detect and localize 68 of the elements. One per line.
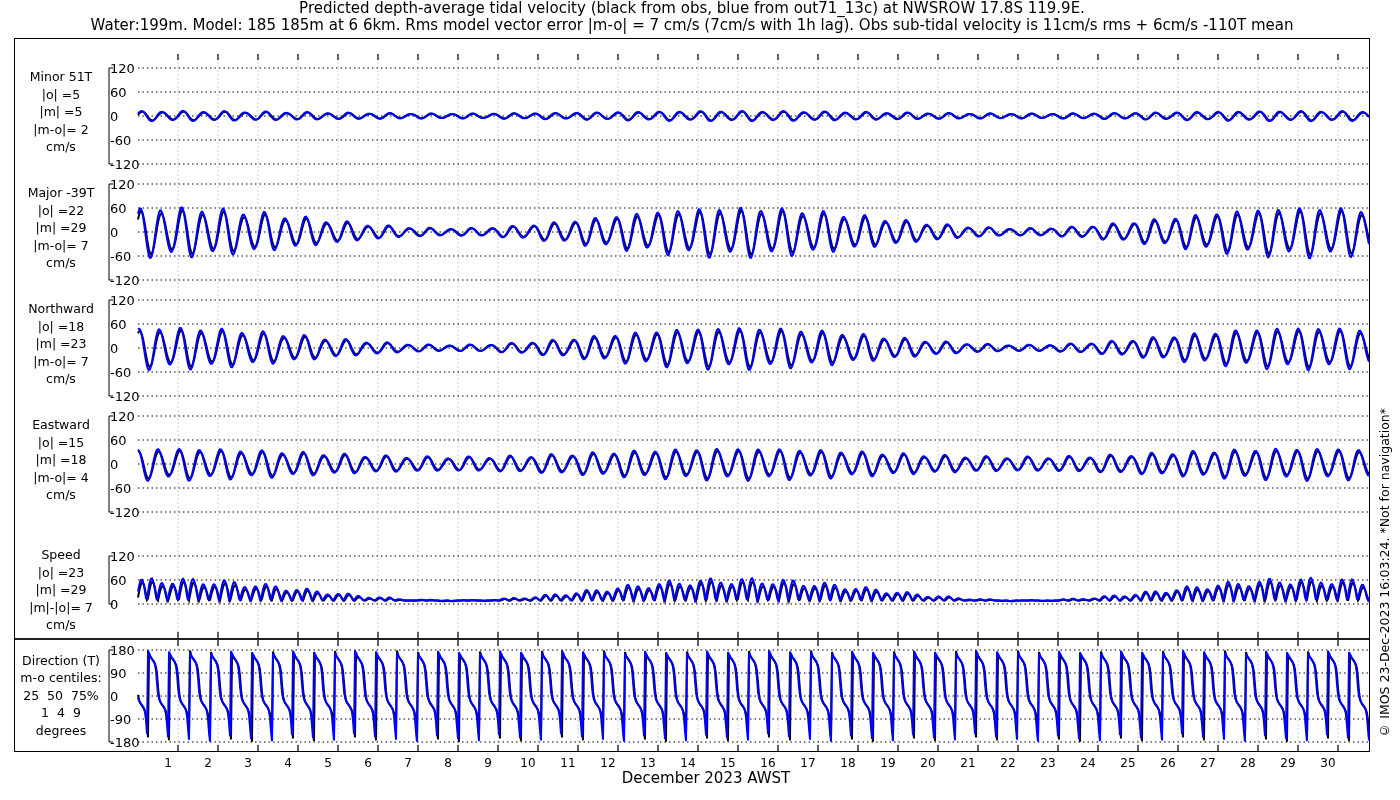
copyright-note: © IMOS 23-Dec-2023 16:03:24. *Not for navigation*	[1376, 408, 1392, 738]
tick-label: 29	[1280, 756, 1296, 770]
tick-label: 60	[110, 433, 127, 448]
tick-label: 0	[110, 225, 119, 240]
tick-label: 0	[110, 109, 119, 124]
tick-label: 120	[110, 549, 135, 564]
tick-label: -60	[110, 365, 132, 380]
tick-label: 21	[960, 756, 976, 770]
tick-label: 28	[1240, 756, 1256, 770]
tick-label: 24	[1080, 756, 1096, 770]
axis-title: December 2023 AWST	[620, 770, 792, 787]
chart-title: Predicted depth-average tidal velocity (black from obs, blue from out71_13c) at NWSROW 17.8S 119.9E.	[299, 0, 1085, 17]
tick-label: 60	[110, 201, 127, 216]
tick-label: 60	[110, 85, 127, 100]
tick-label: 22	[1000, 756, 1016, 770]
tick-label: 0	[110, 597, 119, 612]
tick-label: 18	[840, 756, 856, 770]
tick-label: 120	[110, 61, 135, 76]
tick-label: -60	[110, 249, 132, 264]
panel-label: Minor 51T |o| =5 |m| =5 |m-o|= 2 cm/s	[29, 68, 93, 156]
panel-label: Eastward |o| =15 |m| =18 |m-o|= 4 cm/s	[32, 416, 90, 504]
tick-label: -120	[110, 389, 140, 402]
tick-label: 6	[364, 756, 372, 770]
tick-label: 20	[920, 756, 936, 770]
tick-label: 60	[110, 573, 127, 588]
panel-label: Speed |o| =23 |m| =29 |m|-|o|= 7 cm/s	[29, 546, 93, 634]
tick-label: 17	[800, 756, 816, 770]
tick-label: 9	[484, 756, 492, 770]
tick-label: 5	[324, 756, 332, 770]
panel-label: Major -39T |o| =22 |m| =29 |m-o|= 7 cm/s	[27, 184, 95, 272]
tick-label: 15	[720, 756, 736, 770]
tick-label: 0	[110, 457, 119, 472]
tick-label: 25	[1120, 756, 1136, 770]
tick-label: 0	[110, 689, 119, 704]
tick-label: -60	[110, 133, 132, 148]
tick-label: -180	[110, 735, 140, 750]
tick-label: -60	[110, 481, 132, 496]
tick-label: 60	[110, 317, 127, 332]
tick-label: 16	[760, 756, 776, 770]
tick-label: 3	[244, 756, 252, 770]
tick-label: 30	[1320, 756, 1336, 770]
tick-label: 26	[1160, 756, 1176, 770]
tick-label: 180	[110, 643, 135, 658]
tick-label: -120	[110, 157, 140, 170]
tick-label: 10	[520, 756, 536, 770]
tick-label: -120	[110, 273, 140, 286]
tick-label: 23	[1040, 756, 1056, 770]
tick-label: 0	[110, 341, 119, 356]
tick-label: -90	[110, 712, 132, 727]
tick-label: 120	[110, 177, 135, 192]
tick-label: 8	[444, 756, 452, 770]
tick-label: 12	[600, 756, 616, 770]
panel-label: Northward |o| =18 |m| =23 |m-o|= 7 cm/s	[28, 300, 94, 388]
tick-label: 7	[404, 756, 412, 770]
tick-label: 14	[680, 756, 696, 770]
tick-label: 13	[640, 756, 656, 770]
tick-label: 27	[1200, 756, 1216, 770]
tick-label: 1	[164, 756, 172, 770]
tick-label: -120	[110, 505, 140, 518]
tick-label: 2	[204, 756, 212, 770]
panel-label: Direction (T) m-o centiles: 25 50 75% 1 4 9 degrees	[20, 651, 102, 740]
tick-label: 90	[110, 666, 127, 681]
tick-label: 120	[110, 409, 135, 424]
chart-title: Water:199m. Model: 185 185m at 6 6km. Rms model vector error |m-o| = 7 cm/s (7cm/s with 1h lag). Obs sub-tidal velocity is 11cm/s rms + 6cm/s -110T mean	[90, 17, 1294, 34]
tick-label: 120	[110, 293, 135, 308]
tick-label: 19	[880, 756, 896, 770]
tick-label: 11	[560, 756, 576, 770]
tick-label: 4	[284, 756, 292, 770]
